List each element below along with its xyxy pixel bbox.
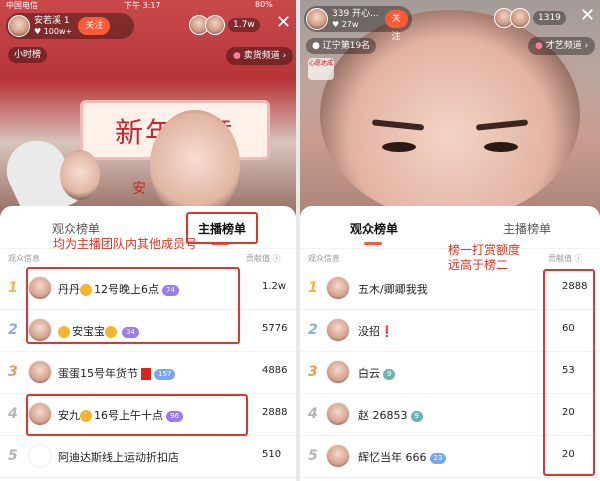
rank-number: 3 bbox=[308, 364, 318, 380]
close-icon[interactable]: ✕ bbox=[276, 14, 291, 32]
rank-number: 5 bbox=[308, 448, 318, 464]
contribution-value: 1.2w bbox=[262, 281, 287, 292]
highlight-value-column bbox=[543, 269, 595, 476]
user-name[interactable]: 蛋蛋15号年货节 157 bbox=[58, 365, 176, 381]
user-name[interactable]: 没招❗ bbox=[358, 323, 394, 339]
highlight-row-4 bbox=[26, 394, 248, 436]
rank-number: 1 bbox=[308, 280, 318, 296]
name-main: 白云 bbox=[358, 367, 380, 380]
status-bar: 中国电信 下午 3:17 80% bbox=[0, 0, 296, 10]
host-likes: ♥ 100w+ bbox=[34, 26, 73, 36]
user-name[interactable]: 阿迪达斯线上运动折扣店 bbox=[58, 449, 179, 465]
viewer-avatar[interactable] bbox=[510, 8, 530, 28]
host-face-right bbox=[150, 110, 240, 220]
host-likes: ♥ 27w bbox=[332, 19, 359, 29]
rank-number: 4 bbox=[8, 406, 18, 422]
host-avatar[interactable] bbox=[8, 15, 30, 37]
left-livestream-panel: 新年立意 安 中国电信 下午 3:17 80% 安若溪 1 ♥ 100w+ 关注… bbox=[0, 0, 296, 481]
right-livestream-panel: 339 开心... ♥ 27w 关注 1319 ✕ ● 辽宁第19名 ● 才艺频… bbox=[300, 0, 600, 481]
tab-audience[interactable]: 观众榜单 bbox=[350, 220, 398, 237]
rank-number: 5 bbox=[8, 448, 18, 464]
user-avatar[interactable] bbox=[326, 444, 350, 468]
rank-number: 1 bbox=[8, 280, 18, 296]
left-eye bbox=[382, 142, 416, 152]
rank-number: 3 bbox=[8, 364, 18, 380]
user-name[interactable]: 五木/卿卿我我 bbox=[358, 281, 428, 297]
rank-number: 2 bbox=[8, 322, 18, 338]
user-name[interactable]: 辉忆当年 666 23 bbox=[358, 449, 447, 465]
annotation-right-line2: 远高于榜二 bbox=[448, 258, 509, 272]
top-viewers[interactable]: 1.7w bbox=[189, 15, 260, 35]
viewer-avatar[interactable] bbox=[205, 15, 225, 35]
contribution-value: 510 bbox=[262, 449, 282, 460]
highlight-host-tab bbox=[186, 212, 258, 244]
viewer-count[interactable]: 1.7w bbox=[228, 18, 260, 32]
host-info-pill[interactable]: 安若溪 1 ♥ 100w+ 关注 bbox=[6, 13, 134, 39]
name-main: 五木/卿卿我我 bbox=[358, 283, 428, 296]
right-eye bbox=[484, 142, 518, 152]
host-name: 339 开心... bbox=[332, 8, 379, 19]
comparison-screenshot: 新年立意 安 中国电信 下午 3:17 80% 安若溪 1 ♥ 100w+ 关注… bbox=[0, 0, 600, 481]
follow-button[interactable]: 关注 bbox=[78, 17, 111, 35]
name-main: 赵 26853 bbox=[358, 409, 408, 422]
user-avatar[interactable] bbox=[28, 360, 52, 384]
header-info: 观众信息 bbox=[308, 254, 340, 263]
heart-icon: ● bbox=[233, 51, 241, 61]
tab-host[interactable]: 主播榜单 bbox=[503, 220, 551, 237]
adidas-logo-icon[interactable] bbox=[28, 444, 52, 468]
header-info: 观众信息 bbox=[8, 254, 40, 263]
user-avatar[interactable] bbox=[326, 276, 350, 300]
leaderboard-row[interactable]: 3 蛋蛋15号年货节 157 4886 bbox=[0, 352, 296, 394]
name-main: 蛋蛋15号年货节 bbox=[58, 367, 138, 380]
name-main: 没招 bbox=[358, 325, 380, 338]
level-badge: 23 bbox=[429, 452, 447, 464]
leaderboard-row[interactable]: 5 阿迪达斯线上运动折扣店 510 bbox=[0, 436, 296, 478]
right-video-background bbox=[300, 0, 600, 230]
user-name[interactable]: 白云 9 bbox=[358, 365, 396, 381]
user-avatar[interactable] bbox=[326, 318, 350, 342]
level-badge: 157 bbox=[154, 368, 176, 380]
follow-button[interactable]: 关注 bbox=[384, 10, 408, 42]
host-avatar[interactable] bbox=[306, 8, 328, 30]
alert-icon: ❗ bbox=[380, 325, 394, 338]
viewer-count[interactable]: 1319 bbox=[533, 11, 566, 25]
level-badge: 9 bbox=[383, 368, 396, 380]
host-info-pill[interactable]: 339 开心... ♥ 27w 关注 bbox=[304, 6, 412, 42]
rank-number: 4 bbox=[308, 406, 318, 422]
clock: 下午 3:17 bbox=[124, 1, 161, 10]
carrier-label: 中国电信 bbox=[6, 1, 38, 10]
close-icon[interactable]: ✕ bbox=[580, 7, 595, 25]
host-name: 安若溪 1 bbox=[34, 15, 70, 26]
name-main: 辉忆当年 666 bbox=[358, 451, 427, 464]
user-name[interactable]: 赵 26853 9 bbox=[358, 407, 423, 423]
active-tab-indicator bbox=[364, 242, 382, 245]
sales-channel-tag[interactable]: ● 卖货频道 › bbox=[226, 47, 294, 65]
header-value[interactable]: 贡献值 ⓘ bbox=[548, 253, 583, 264]
host-face-left bbox=[60, 150, 100, 200]
region-rank-tag[interactable]: ● 辽宁第19名 bbox=[306, 38, 377, 54]
name-main: 阿迪达斯线上运动折扣店 bbox=[58, 451, 179, 464]
heart-icon: ● bbox=[535, 41, 543, 51]
contribution-value: 5776 bbox=[262, 323, 288, 334]
talent-channel-tag[interactable]: ● 才艺频道 › bbox=[528, 37, 596, 55]
level-badge: 9 bbox=[410, 410, 423, 422]
wish-badge[interactable]: 心愿达成 bbox=[308, 58, 334, 80]
hourly-rank-tag[interactable]: 小时榜 bbox=[8, 47, 48, 63]
rank-number: 2 bbox=[308, 322, 318, 338]
contribution-value: 2888 bbox=[262, 407, 288, 418]
user-avatar[interactable] bbox=[326, 402, 350, 426]
top-viewers[interactable]: 1319 bbox=[494, 8, 566, 28]
header-value[interactable]: 贡献值 ⓘ bbox=[246, 253, 281, 264]
banner-subtext: 安 bbox=[132, 181, 146, 197]
highlight-rows-1-2 bbox=[26, 267, 240, 344]
battery-level: 80% bbox=[255, 0, 273, 9]
user-avatar[interactable] bbox=[326, 360, 350, 384]
contribution-value: 4886 bbox=[262, 365, 288, 376]
gift-icon bbox=[141, 368, 151, 380]
annotation-left: 均为主播团队内其他成员号 bbox=[53, 237, 198, 251]
